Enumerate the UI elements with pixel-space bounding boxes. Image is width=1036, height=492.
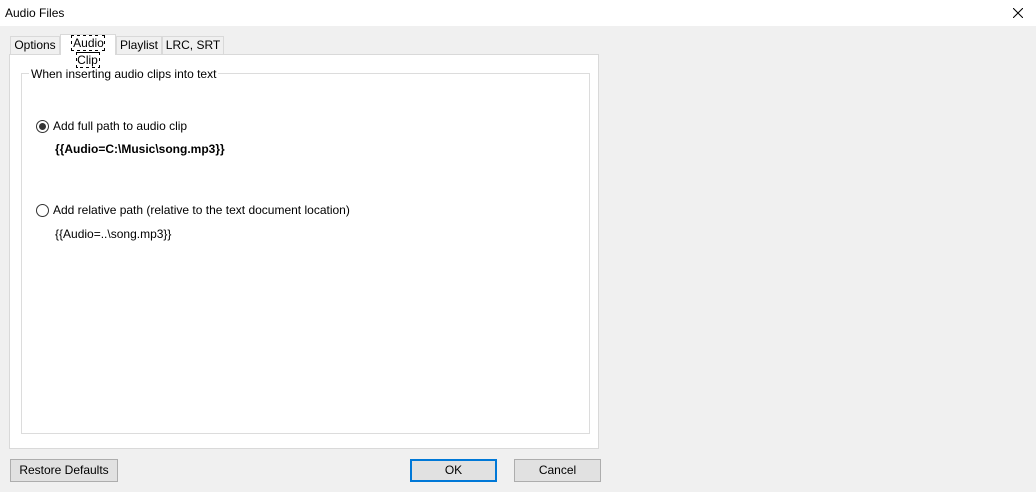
tab-label: Options	[14, 38, 56, 52]
full-path-radio[interactable]	[36, 119, 49, 133]
relative-path-example: {{Audio=..\song.mp3}}	[55, 227, 172, 241]
audio-clip-panel: When inserting audio clips into text Add…	[9, 54, 599, 449]
close-icon	[1013, 8, 1023, 18]
tab-audio-clip[interactable]: Audio Clip	[60, 34, 116, 68]
cancel-button[interactable]: Cancel	[514, 459, 601, 482]
title-bar: Audio Files	[0, 0, 1036, 26]
groupbox-title: When inserting audio clips into text	[29, 67, 219, 81]
tab-label: LRC, SRT	[165, 38, 221, 52]
tab-lrc-srt[interactable]: LRC, SRT	[162, 36, 224, 54]
audio-files-dialog: Audio Files Options Audio Clip Playlist …	[0, 0, 1036, 492]
tab-options[interactable]: Options	[10, 36, 60, 54]
insert-audio-groupbox: When inserting audio clips into text Add…	[21, 67, 590, 434]
tab-label: Playlist	[119, 38, 158, 52]
full-path-example: {{Audio=C:\Music\song.mp3}}	[55, 142, 225, 156]
relative-path-label: Add relative path (relative to the text …	[53, 203, 350, 217]
close-button[interactable]	[1000, 0, 1036, 26]
full-path-label: Add full path to audio clip	[53, 119, 188, 133]
window-title: Audio Files	[5, 6, 65, 20]
relative-path-option[interactable]: Add relative path (relative to the text …	[36, 202, 350, 218]
restore-defaults-button[interactable]: Restore Defaults	[10, 459, 118, 482]
relative-path-radio[interactable]	[36, 203, 49, 217]
tab-playlist[interactable]: Playlist	[116, 36, 162, 54]
full-path-option[interactable]: Add full path to audio clip	[36, 118, 187, 134]
ok-button[interactable]: OK	[410, 459, 497, 482]
